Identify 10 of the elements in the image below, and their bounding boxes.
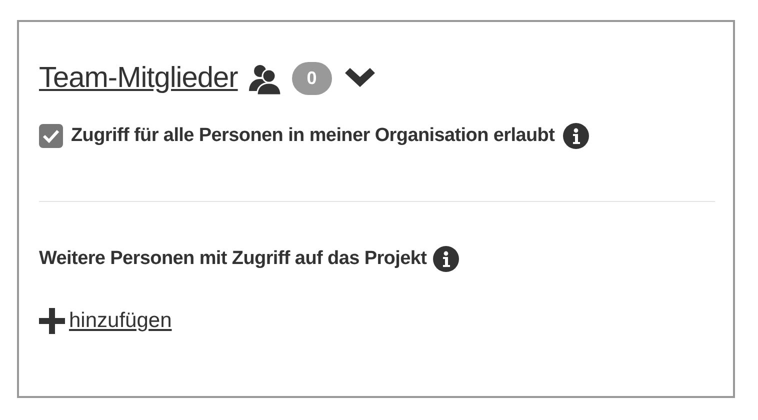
info-icon[interactable] (562, 123, 589, 149)
add-link[interactable]: hinzufügen (69, 309, 172, 333)
section-heading: Weitere Personen mit Zugriff auf das Projekt (39, 248, 427, 270)
info-icon[interactable] (432, 246, 459, 272)
users-icon (248, 62, 282, 94)
access-label: Zugriff für alle Personen in meiner Organisation erlaubt (71, 125, 555, 147)
team-members-link[interactable]: Team-Mitglieder (39, 62, 238, 95)
plus-icon[interactable] (39, 308, 65, 334)
member-count: 0 (292, 62, 332, 95)
access-checkbox[interactable] (39, 124, 63, 148)
